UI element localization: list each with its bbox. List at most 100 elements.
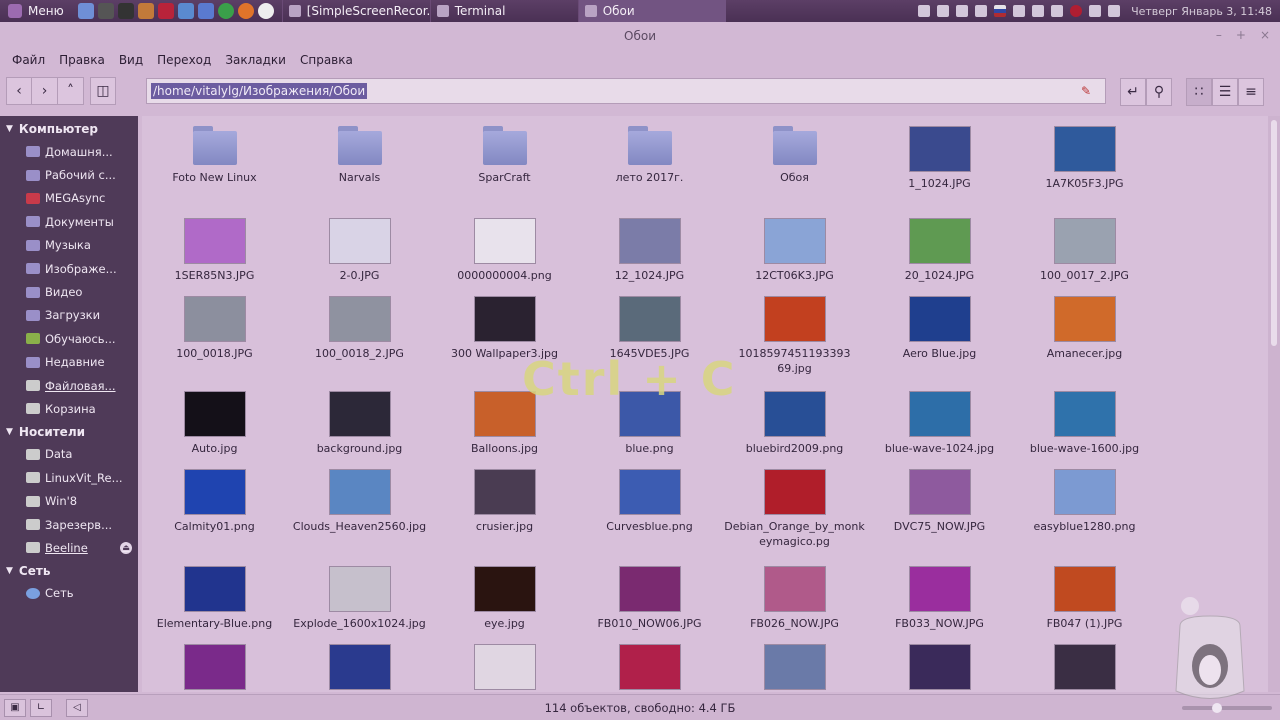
file-item[interactable]: Debian_Orange_by_monkeymagico.pg (722, 469, 867, 549)
places-toggle-button[interactable]: ▣ (4, 698, 26, 717)
sync-launcher-icon[interactable] (177, 3, 194, 19)
folder-item[interactable]: лето 2017г. (577, 126, 722, 185)
file-item[interactable]: bluebird2009.png (722, 391, 867, 456)
file-item[interactable]: eye.jpg (432, 566, 577, 631)
menu-help[interactable]: Справка (294, 53, 359, 67)
clear-icon[interactable]: ✎ (1081, 84, 1095, 98)
chrome-launcher-icon[interactable] (217, 3, 234, 19)
volume-icon[interactable] (1032, 5, 1045, 17)
file-item[interactable]: Aero Blue.jpg (867, 296, 1012, 361)
power-icon[interactable] (1051, 5, 1064, 17)
file-item[interactable]: 100_0018.JPG (142, 296, 287, 361)
desktop-launcher-icon[interactable] (77, 3, 94, 19)
file-item[interactable]: 2-0.JPG (287, 218, 432, 283)
folder-item[interactable]: Narvals (287, 126, 432, 185)
folder-item[interactable]: Обоя (722, 126, 867, 185)
icon-view-button[interactable]: ∷ (1186, 78, 1212, 106)
file-item[interactable]: Amanecer.jpg (1012, 296, 1157, 361)
minimize-button[interactable]: – (1216, 28, 1222, 42)
files-launcher-icon[interactable] (197, 3, 214, 19)
folder-item[interactable]: Foto New Linux (142, 126, 287, 185)
menu-view[interactable]: Вид (113, 53, 149, 67)
file-item[interactable]: 1A7K05F3.JPG (1012, 126, 1157, 191)
search-button[interactable]: ⚲ (1146, 78, 1172, 106)
file-item[interactable]: Auto.jpg (142, 391, 287, 456)
file-item[interactable]: crusier.jpg (432, 469, 577, 534)
file-item[interactable]: 12_1024.JPG (577, 218, 722, 283)
sidebar-item-learning[interactable]: Обучаюсь... (0, 327, 138, 350)
screenshot-icon[interactable] (918, 5, 931, 17)
menu-file[interactable]: Файл (6, 53, 51, 67)
app-launcher-icon[interactable] (137, 3, 154, 19)
scrollbar[interactable] (1268, 116, 1280, 692)
task-terminal[interactable]: Terminal (429, 0, 578, 22)
close-tray-icon[interactable] (975, 5, 988, 17)
file-item[interactable]: 100_0017_2.JPG (1012, 218, 1157, 283)
eject-icon[interactable]: ⏏ (120, 541, 132, 554)
menu-go[interactable]: Переход (151, 53, 217, 67)
sidebar-item-data[interactable]: Data (0, 443, 138, 466)
file-item[interactable]: blue-wave-1600.jpg (1012, 391, 1157, 456)
keyboard-layout-icon[interactable] (994, 5, 1007, 17)
file-item[interactable]: Calmity01.png (142, 469, 287, 534)
file-item[interactable]: Clouds_Heaven2560.jpg (287, 469, 432, 534)
menu-edit[interactable]: Правка (53, 53, 111, 67)
sidebar-item-megasync[interactable]: MEGAsync (0, 187, 138, 210)
path-toggle-button[interactable]: ↵ (1120, 78, 1146, 106)
file-item[interactable] (287, 644, 432, 692)
record-launcher-icon[interactable] (257, 3, 274, 19)
tree-toggle-button[interactable]: ∟ (30, 698, 52, 717)
clock[interactable]: Четверг Январь 3, 11:48 (1131, 5, 1272, 18)
file-item[interactable]: Explode_1600x1024.jpg (287, 566, 432, 631)
sidebar-item-documents[interactable]: Документы (0, 210, 138, 233)
close-button[interactable]: × (1260, 28, 1270, 42)
sidebar-item-filesystem[interactable]: Файловая... (0, 374, 138, 397)
up-button[interactable]: ˄ (58, 77, 84, 105)
sidebar-item-home[interactable]: Домашня... (0, 140, 138, 163)
file-item[interactable]: 20_1024.JPG (867, 218, 1012, 283)
sidebar-item-beeline[interactable]: Beeline ⏏ (0, 536, 138, 559)
sidebar-item-pictures[interactable]: Изображе... (0, 257, 138, 280)
app-menu-button[interactable]: Меню (0, 0, 72, 22)
forward-button[interactable]: › (32, 77, 58, 105)
file-item[interactable]: 1SER85N3.JPG (142, 218, 287, 283)
path-input[interactable]: /home/vitalylg/Изображения/Обои (151, 83, 368, 99)
user-icon[interactable] (937, 5, 950, 17)
record-indicator-icon[interactable] (1070, 5, 1083, 17)
sidebar-item-linuxvit[interactable]: LinuxVit_Re... (0, 466, 138, 489)
file-item[interactable]: FB010_NOW06.JPG (577, 566, 722, 631)
zoom-slider[interactable] (1182, 703, 1272, 713)
task-screenrecorder[interactable]: [SimpleScreenRecor... (281, 0, 430, 22)
file-item[interactable]: DVC75_NOW.JPG (867, 469, 1012, 534)
file-item[interactable]: FB047 (1).JPG (1012, 566, 1157, 631)
file-item[interactable]: easyblue1280.png (1012, 469, 1157, 534)
file-item[interactable] (1012, 644, 1157, 692)
sidebar-item-win8[interactable]: Win'8 (0, 489, 138, 512)
sidebar-item-downloads[interactable]: Загрузки (0, 304, 138, 327)
sidebar-item-reserved[interactable]: Зарезерв... (0, 513, 138, 536)
sidebar-item-desktop[interactable]: Рабочий с... (0, 163, 138, 186)
file-item[interactable] (142, 644, 287, 692)
mail-icon[interactable] (1089, 5, 1102, 17)
lock-icon[interactable] (956, 5, 969, 17)
sidebar-item-network[interactable]: Сеть (0, 582, 138, 605)
file-item[interactable]: 12CT06K3.JPG (722, 218, 867, 283)
sidebar-item-music[interactable]: Музыка (0, 234, 138, 257)
scroll-thumb[interactable] (1271, 120, 1277, 346)
sidebar-item-trash[interactable]: Корзина (0, 397, 138, 420)
file-item[interactable]: background.jpg (287, 391, 432, 456)
section-network[interactable]: ▼ Сеть (0, 560, 138, 582)
file-item[interactable]: FB026_NOW.JPG (722, 566, 867, 631)
title-bar[interactable]: Обои – + × (0, 22, 1280, 50)
shield-icon[interactable] (1108, 5, 1121, 17)
file-item[interactable]: Curvesblue.png (577, 469, 722, 534)
file-item[interactable]: 100_0018_2.JPG (287, 296, 432, 361)
file-item[interactable]: 0000000004.png (432, 218, 577, 283)
section-devices[interactable]: ▼ Носители (0, 421, 138, 443)
folder-item[interactable]: SparCraft (432, 126, 577, 185)
maximize-button[interactable]: + (1236, 28, 1246, 42)
task-oboi[interactable]: Обои (577, 0, 726, 22)
sidebar-item-recent[interactable]: Недавние (0, 351, 138, 374)
location-bar[interactable]: /home/vitalylg/Изображения/Обои ✎ (146, 78, 1106, 104)
cherry-launcher-icon[interactable] (157, 3, 174, 19)
